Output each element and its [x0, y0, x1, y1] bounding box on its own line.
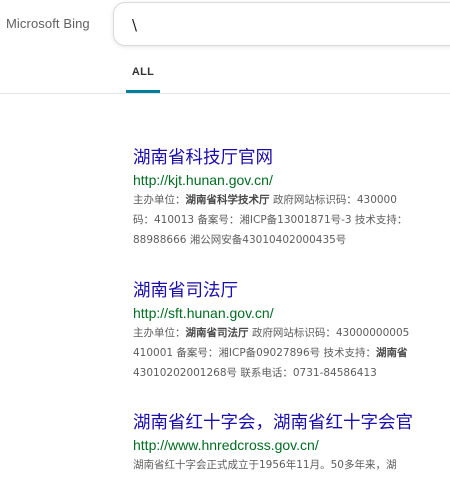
active-tab-indicator	[126, 90, 160, 93]
snippet-line: 410001 备案号：湘ICP备09027896号 技术支持：湖南省	[133, 343, 450, 363]
snippet-text: 主办单位：	[133, 327, 186, 339]
search-result: 湖南省红十字会，湖南省红十字会官 http://www.hnredcross.g…	[133, 411, 450, 475]
snippet-text: 政府网站标识码：430000	[269, 194, 397, 206]
snippet-text: 政府网站标识码：43000000005	[248, 327, 410, 339]
result-title-link[interactable]: 湖南省科技厅官网	[133, 146, 450, 170]
snippet-text: 410001 备案号：湘ICP备09027896号 技术支持：	[133, 347, 376, 359]
search-result: 湖南省科技厅官网 http://kjt.hunan.gov.cn/ 主办单位：湖…	[133, 146, 450, 250]
tab-all-label: ALL	[131, 66, 155, 78]
result-url[interactable]: http://kjt.hunan.gov.cn/	[133, 171, 450, 189]
snippet-bold-text: 湖南省科学技术厅	[185, 194, 270, 206]
tab-all[interactable]: ALL	[126, 55, 160, 93]
snippet-text: 主办单位：	[133, 194, 186, 206]
snippet-line: 主办单位：湖南省司法厅 政府网站标识码：43000000005	[133, 323, 450, 343]
result-title-link[interactable]: 湖南省红十字会，湖南省红十字会官	[133, 411, 450, 435]
snippet-line: 43010202001268号 联系电话：0731-84586413	[133, 367, 377, 379]
snippet-bold-text: 湖南省	[375, 347, 408, 359]
result-snippet: 湖南省红十字会正式成立于1956年11月。50多年来，湖	[133, 455, 450, 475]
snippet-line: 88988666 湘公网安备43010402000435号	[133, 234, 347, 246]
result-snippet: 主办单位：湖南省科学技术厅 政府网站标识码：430000 码：410013 备案…	[133, 190, 450, 250]
search-result: 湖南省司法厅 http://sft.hunan.gov.cn/ 主办单位：湖南省…	[133, 279, 450, 383]
snippet-line: 主办单位：湖南省科学技术厅 政府网站标识码：430000	[133, 190, 450, 210]
search-box[interactable]	[113, 2, 450, 46]
bing-logo[interactable]: Microsoft Bing	[6, 16, 90, 31]
result-url[interactable]: http://sft.hunan.gov.cn/	[133, 304, 450, 322]
header: Microsoft Bing ALL	[0, 0, 450, 94]
result-snippet: 主办单位：湖南省司法厅 政府网站标识码：43000000005 410001 备…	[133, 323, 450, 383]
search-input[interactable]	[132, 14, 432, 36]
result-url[interactable]: http://www.hnredcross.gov.cn/	[133, 436, 450, 454]
snippet-bold-text: 湖南省司法厅	[185, 327, 249, 339]
bing-search-page: Microsoft Bing ALL 湖南省科技厅官网 http://kjt.h…	[0, 0, 450, 479]
result-title-link[interactable]: 湖南省司法厅	[133, 279, 450, 303]
snippet-line: 湖南省红十字会正式成立于1956年11月。50多年来，湖	[133, 459, 397, 471]
snippet-line: 码：410013 备案号：湘ICP备13001871号-3 技术支持：	[133, 214, 408, 226]
